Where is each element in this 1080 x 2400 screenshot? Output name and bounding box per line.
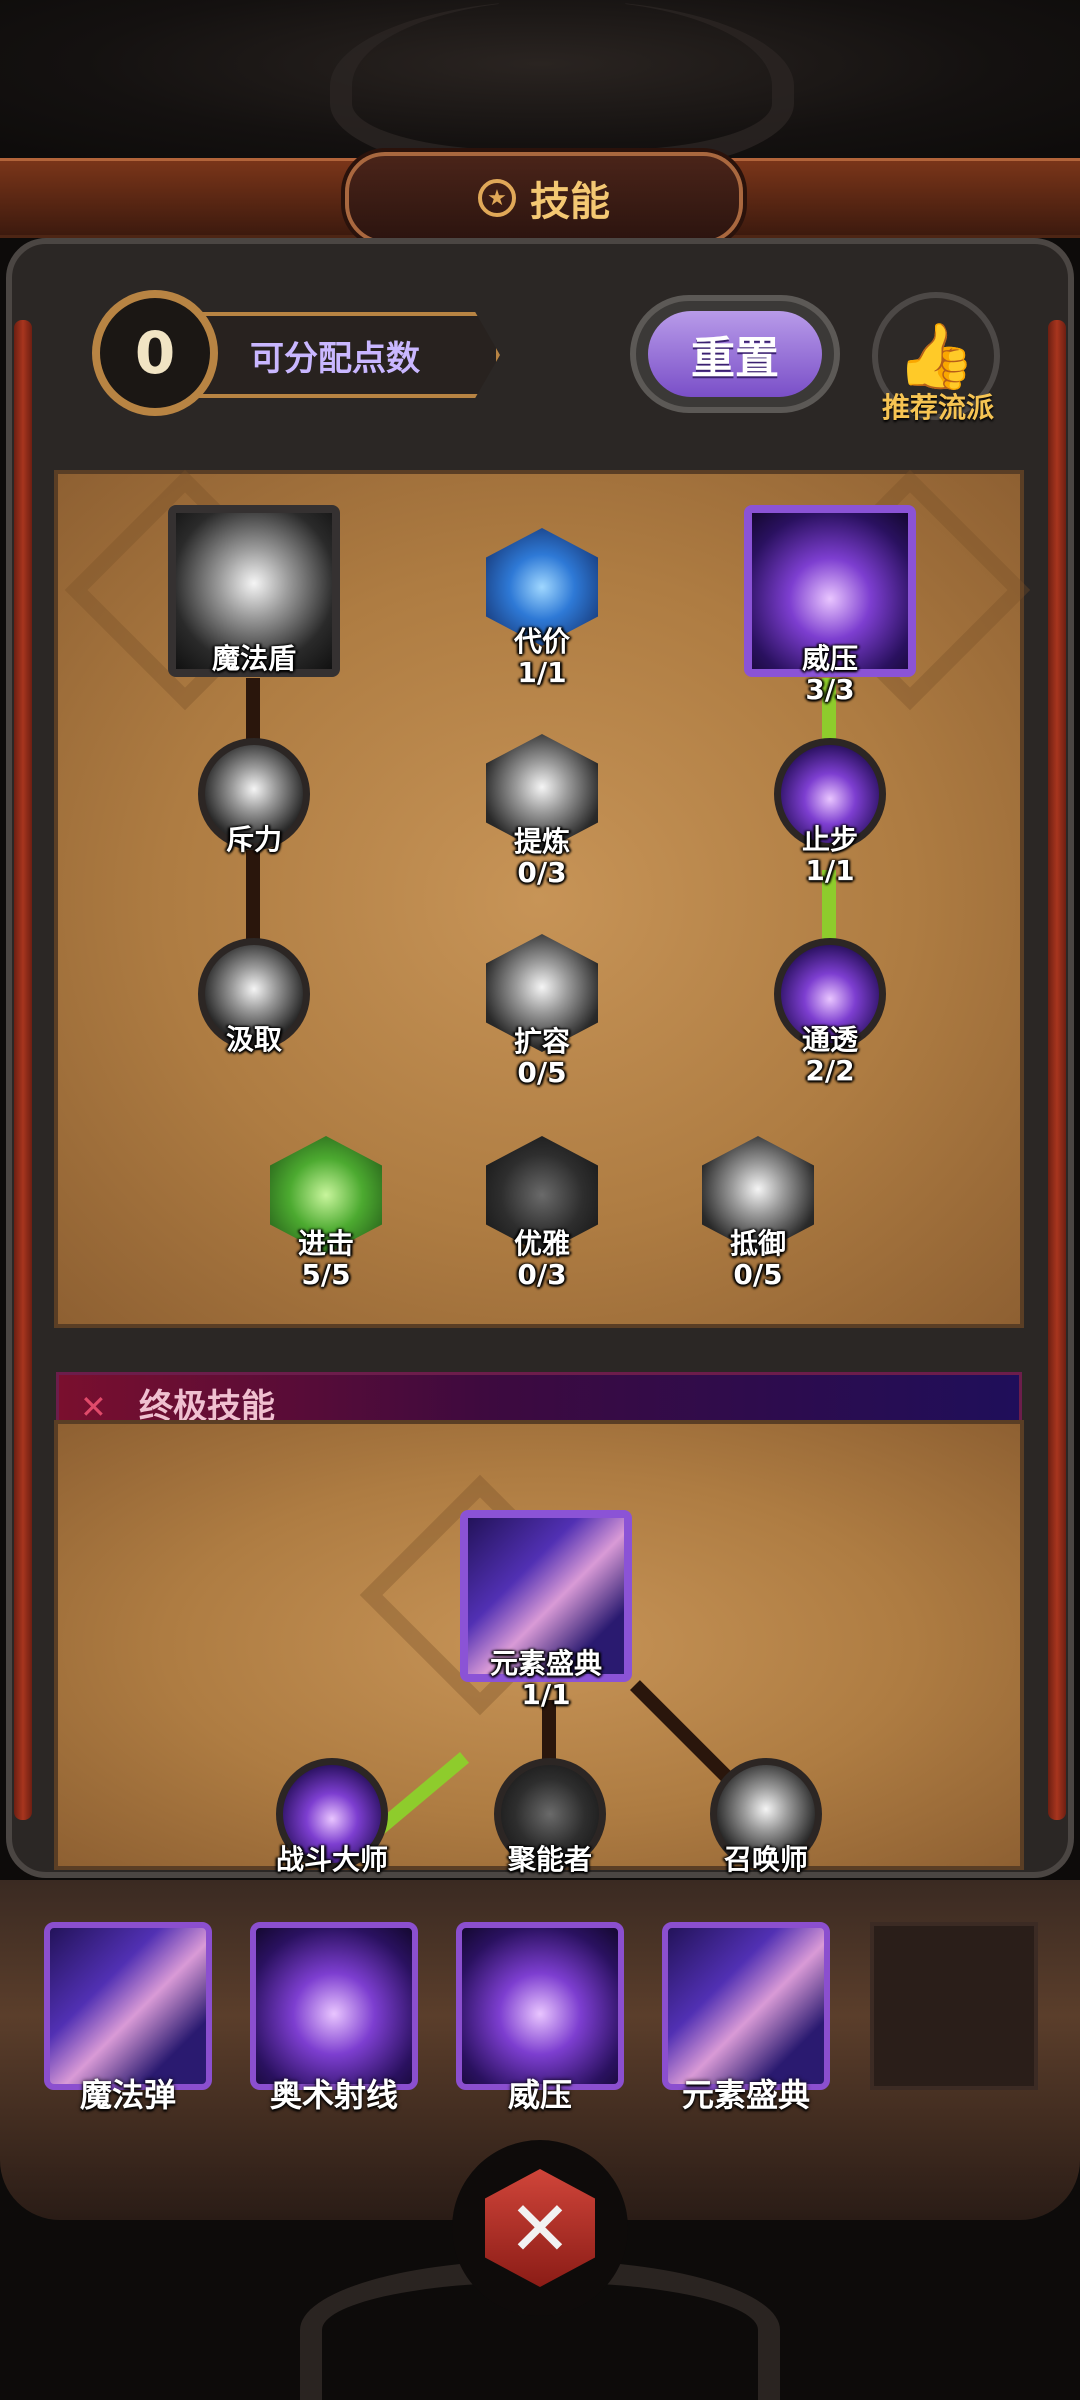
skill-name: 抵御 (729, 1227, 786, 1260)
skill-node-cost[interactable]: 代价 1/1 (482, 528, 602, 689)
equipped-slot-label: 奥术射线 (269, 2076, 398, 2114)
skill-name: 通透 (801, 1023, 858, 1056)
skill-level: 1/1 (805, 854, 855, 887)
points-label: 可分配点数 (190, 312, 500, 398)
top-decoration (0, 0, 1080, 172)
ultimate-option-focuser[interactable]: 聚能者 (490, 1758, 610, 1876)
skill-name: 代价 (513, 625, 570, 658)
frame-bar-right (1048, 320, 1066, 1820)
skill-node-pressure[interactable]: 威压 3/3 (744, 505, 916, 706)
skill-level: 0/3 (517, 856, 567, 889)
skill-name: 斥力 (225, 823, 282, 856)
skill-name: 魔法盾 (211, 642, 296, 675)
skill-name: 威压 (801, 642, 858, 675)
skill-level: 1/1 (517, 656, 567, 689)
skill-node-halt[interactable]: 止步 1/1 (770, 738, 890, 887)
equipped-slot-label: 威压 (507, 2076, 572, 2114)
skill-level: 1/1 (521, 1678, 571, 1711)
skill-node-repulsion[interactable]: 斥力 (194, 738, 314, 856)
skill-node-grace[interactable]: 优雅 0/3 (482, 1136, 602, 1291)
points-counter: 0 (92, 290, 218, 416)
equipped-slot-2[interactable] (250, 1922, 418, 2090)
link-line (246, 850, 260, 940)
skill-name: 扩容 (513, 1025, 570, 1058)
equipped-slot-4[interactable] (662, 1922, 830, 2090)
skill-name: 止步 (801, 823, 858, 856)
skill-level: 2/2 (805, 1054, 855, 1087)
skill-node-advance[interactable]: 进击 5/5 (266, 1136, 386, 1291)
skill-name: 进击 (297, 1227, 354, 1260)
skill-level: 0/5 (517, 1056, 567, 1089)
skill-level: 3/3 (805, 673, 855, 706)
reset-button-label: 重置 (648, 311, 822, 397)
skill-node-resist[interactable]: 抵御 0/5 (698, 1136, 818, 1291)
reset-button[interactable]: 重置 (630, 295, 840, 413)
skill-name: 召唤师 (723, 1843, 808, 1876)
equipped-slot-empty[interactable] (870, 1922, 1038, 2090)
frame-bar-left (14, 320, 32, 1820)
skill-node-clarity[interactable]: 通透 2/2 (770, 938, 890, 1087)
skill-node-absorb[interactable]: 汲取 (194, 938, 314, 1056)
recommend-build-label[interactable]: 推荐流派 (858, 386, 1018, 426)
skill-level: 0/3 (517, 1258, 567, 1291)
thumbs-up-icon: 👍 (896, 319, 976, 394)
skill-name: 优雅 (513, 1227, 570, 1260)
skill-node-magic-shield[interactable]: 魔法盾 (168, 505, 340, 677)
skill-level: 0/5 (733, 1258, 783, 1291)
skill-name: 元素盛典 (489, 1647, 602, 1680)
close-button[interactable]: ✕ (452, 2140, 628, 2316)
skill-node-expand[interactable]: 扩容 0/5 (482, 934, 602, 1089)
skill-node-refine[interactable]: 提炼 0/3 (482, 734, 602, 889)
skill-level: 5/5 (301, 1258, 351, 1291)
equipped-slot-3[interactable] (456, 1922, 624, 2090)
skill-name: 战斗大师 (275, 1843, 388, 1876)
skill-name: 聚能者 (507, 1843, 592, 1876)
skill-name: 汲取 (225, 1023, 282, 1056)
pentagram-icon: ★ (478, 179, 516, 217)
equipped-slot-label: 魔法弹 (79, 2076, 176, 2114)
page-title: 技能 (530, 179, 610, 225)
close-icon: ✕ (485, 2169, 595, 2287)
ultimate-option-battle-master[interactable]: 战斗大师 (272, 1758, 392, 1876)
ultimate-option-summoner[interactable]: 召唤师 (706, 1758, 826, 1876)
equipped-slot-label: 元素盛典 (681, 2076, 810, 2114)
skill-name: 提炼 (513, 825, 570, 858)
title-plaque: ★ 技能 (345, 152, 743, 244)
skill-node-elemental-feast[interactable]: 元素盛典 1/1 (460, 1510, 632, 1711)
equipped-slot-1[interactable] (44, 1922, 212, 2090)
